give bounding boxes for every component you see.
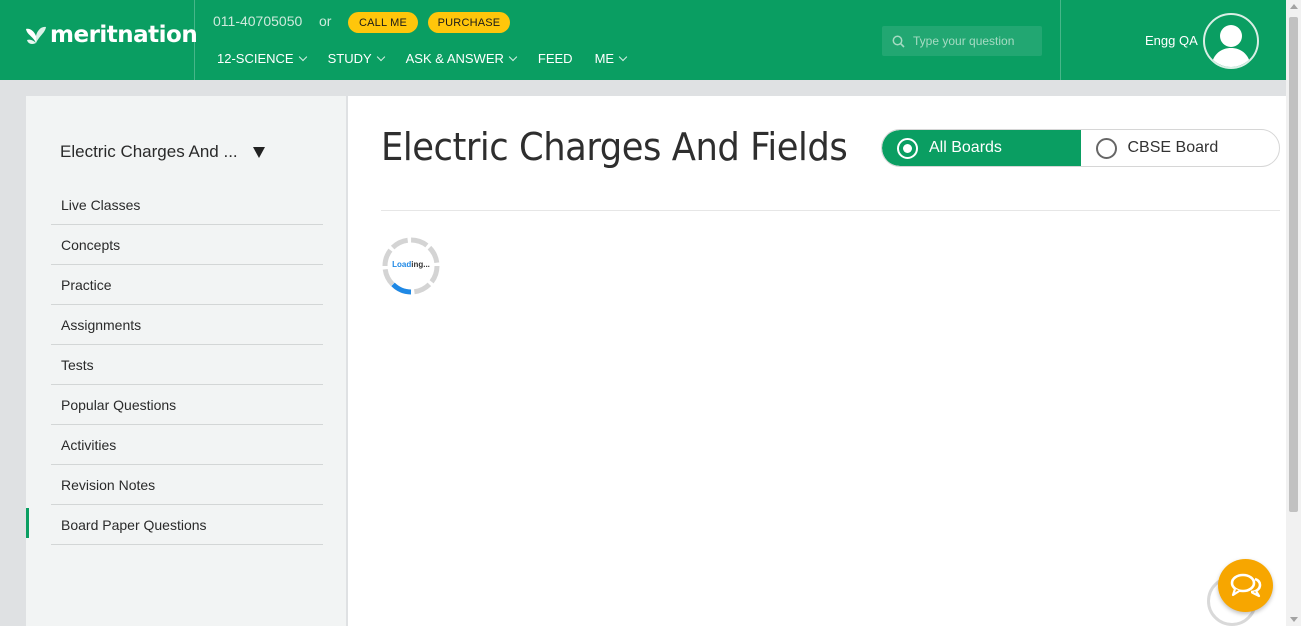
chat-bubbles-icon xyxy=(1230,573,1261,597)
sidebar: Electric Charges And ... Live Classes Co… xyxy=(26,96,346,626)
radio-selected-icon xyxy=(897,137,918,159)
board-filter: All Boards CBSE Board xyxy=(881,129,1280,167)
top-header: meritnation 011-40705050 or CALL ME PURC… xyxy=(0,0,1286,80)
board-option-label: All Boards xyxy=(929,139,1002,156)
scroll-down-arrow-icon[interactable] xyxy=(1290,617,1298,622)
question-search[interactable] xyxy=(882,26,1042,56)
nav-feed[interactable]: FEED xyxy=(538,51,573,66)
sidebar-item-practice[interactable]: Practice xyxy=(51,265,323,305)
sidebar-item-activities[interactable]: Activities xyxy=(51,425,323,465)
board-option-cbse[interactable]: CBSE Board xyxy=(1081,130,1280,166)
header-divider xyxy=(1060,0,1061,80)
search-icon xyxy=(892,35,905,48)
chapter-dropdown[interactable]: Electric Charges And ... xyxy=(60,142,238,162)
loading-text-highlight: Load xyxy=(392,260,412,269)
chevron-down-icon xyxy=(376,52,385,62)
or-text: or xyxy=(319,13,332,29)
nav-grade[interactable]: 12-SCIENCE xyxy=(217,51,307,66)
board-option-label: CBSE Board xyxy=(1127,139,1219,156)
chevron-down-icon xyxy=(508,52,518,62)
sidebar-menu: Live Classes Concepts Practice Assignmen… xyxy=(51,185,323,545)
radio-unselected-icon xyxy=(1095,137,1117,159)
sidebar-item-popular-questions[interactable]: Popular Questions xyxy=(51,385,323,425)
chevron-down-icon xyxy=(298,52,307,62)
caret-down-icon[interactable] xyxy=(253,147,265,158)
butterfly-logo-icon xyxy=(26,26,46,44)
scroll-thumb[interactable] xyxy=(1289,17,1298,512)
active-indicator xyxy=(26,508,29,538)
nav-ask-answer[interactable]: ASK & ANSWER xyxy=(405,51,518,66)
nav-me-label: ME xyxy=(594,51,615,66)
chat-button[interactable] xyxy=(1218,559,1273,612)
nav-study-label: STUDY xyxy=(327,51,372,66)
purchase-button[interactable]: PURCHASE xyxy=(428,12,510,33)
sidebar-item-concepts[interactable]: Concepts xyxy=(51,225,323,265)
nav-me[interactable]: ME xyxy=(594,51,628,66)
scroll-up-arrow-icon[interactable] xyxy=(1290,4,1298,9)
page-scrollbar[interactable] xyxy=(1286,0,1301,626)
chevron-down-icon xyxy=(618,52,628,62)
main-nav: 12-SCIENCE STUDY ASK & ANSWER FEED ME xyxy=(217,51,648,66)
call-me-button[interactable]: CALL ME xyxy=(348,12,418,33)
sidebar-item-board-paper-questions[interactable]: Board Paper Questions xyxy=(51,505,323,545)
page-title: Electric Charges And Fields xyxy=(381,125,848,169)
nav-study[interactable]: STUDY xyxy=(327,51,385,66)
header-divider xyxy=(194,0,195,80)
loading-text: Loading... xyxy=(380,260,442,269)
logo-text: meritnation xyxy=(50,22,198,48)
content-divider xyxy=(381,210,1280,211)
sidebar-item-revision-notes[interactable]: Revision Notes xyxy=(51,465,323,505)
user-avatar[interactable] xyxy=(1203,13,1259,69)
meritnation-logo[interactable]: meritnation xyxy=(24,22,198,48)
sidebar-item-live-classes[interactable]: Live Classes xyxy=(51,185,323,225)
board-option-all[interactable]: All Boards xyxy=(882,130,1081,166)
nav-ask-answer-label: ASK & ANSWER xyxy=(405,51,504,66)
sidebar-item-tests[interactable]: Tests xyxy=(51,345,323,385)
loading-spinner: Loading... xyxy=(380,235,442,297)
search-input[interactable] xyxy=(913,34,1033,48)
nav-feed-label: FEED xyxy=(537,51,573,66)
username[interactable]: Engg QA xyxy=(1145,33,1198,48)
user-avatar-icon xyxy=(1211,25,1251,67)
loading-text-rest: ing... xyxy=(411,260,430,269)
main-content: Electric Charges And Fields All Boards C… xyxy=(348,96,1286,626)
nav-grade-label: 12-SCIENCE xyxy=(217,51,294,66)
sidebar-item-assignments[interactable]: Assignments xyxy=(51,305,323,345)
phone-number: 011-40705050 xyxy=(213,13,303,29)
